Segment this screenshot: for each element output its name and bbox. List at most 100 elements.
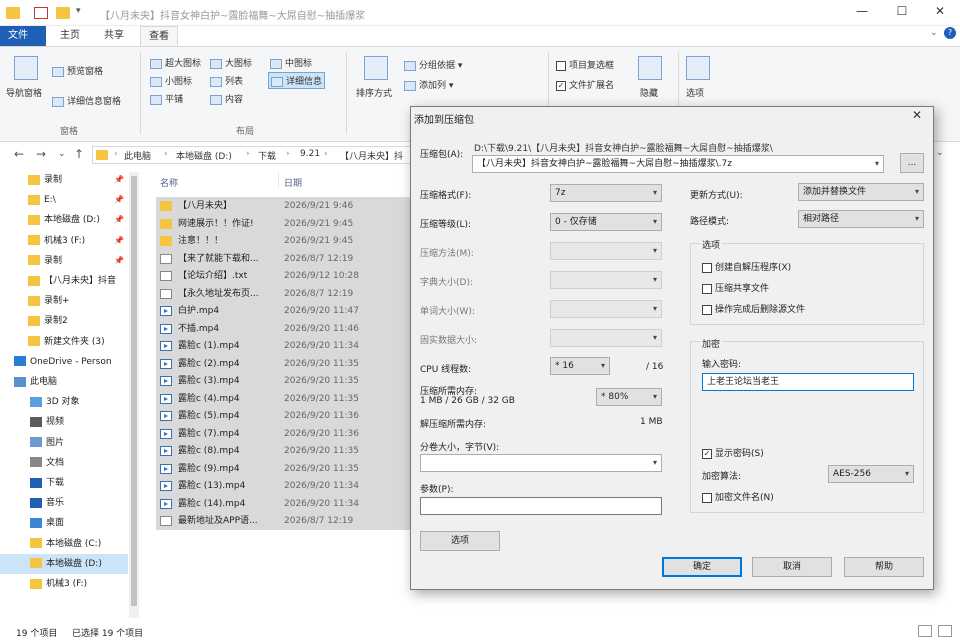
enc-method-select[interactable]: AES-256 ▾: [828, 465, 914, 483]
sfx-checkbox[interactable]: [702, 262, 712, 273]
layout-large-icons[interactable]: 大图标: [210, 56, 252, 69]
file-row[interactable]: 露脸c (9).mp4 2026/9/20 11:35: [156, 459, 412, 478]
layout-extra-large-icons[interactable]: 超大图标: [150, 56, 201, 69]
options-button[interactable]: 选项: [686, 86, 704, 99]
ribbon-collapse-icon[interactable]: ⌄: [930, 28, 938, 38]
password-input[interactable]: 上老王论坛当老王: [702, 373, 914, 391]
method-select[interactable]: ▾: [550, 242, 662, 260]
solid-select[interactable]: ▾: [550, 329, 662, 347]
encrypt-names[interactable]: 加密文件名(N): [702, 490, 774, 503]
sidebar-item[interactable]: 视频: [0, 412, 128, 432]
layout-content[interactable]: 内容: [210, 92, 243, 105]
file-row[interactable]: 不插.mp4 2026/9/20 11:46: [156, 319, 412, 338]
navigation-pane-button[interactable]: 导航窗格: [6, 86, 42, 99]
maximize-button[interactable]: ☐: [884, 4, 920, 18]
hide-selected-icon[interactable]: [638, 56, 662, 80]
column-header-date[interactable]: 日期: [284, 176, 302, 189]
file-row[interactable]: 露脸c (5).mp4 2026/9/20 11:36: [156, 407, 412, 425]
sidebar-item[interactable]: 机械3 (F:): [0, 574, 128, 594]
sidebar-item[interactable]: 文档: [0, 453, 128, 473]
layout-small-icons[interactable]: 小图标: [150, 74, 192, 87]
sidebar-item[interactable]: 此电脑: [0, 372, 128, 392]
layout-tiles[interactable]: 平铺: [150, 92, 183, 105]
layout-medium-icons[interactable]: 中图标: [270, 56, 312, 69]
quick-access-dropdown-icon[interactable]: ▾: [76, 6, 81, 16]
sidebar-item[interactable]: 录制+: [0, 291, 128, 311]
sidebar-item[interactable]: 桌面: [0, 513, 128, 533]
close-button[interactable]: ✕: [922, 4, 958, 18]
file-row[interactable]: 露脸c (3).mp4 2026/9/20 11:35: [156, 372, 412, 390]
file-row[interactable]: 露脸c (7).mp4 2026/9/20 11:36: [156, 424, 412, 443]
update-select[interactable]: 添加并替换文件 ▾: [798, 183, 924, 201]
sidebar-item[interactable]: 本地磁盘 (D:): [0, 553, 128, 574]
sidebar-item[interactable]: OneDrive - Person: [0, 352, 128, 372]
minimize-button[interactable]: —: [844, 4, 880, 18]
word-select[interactable]: ▾: [550, 300, 662, 318]
sidebar-item[interactable]: 【八月未央】抖音: [0, 271, 128, 291]
dialog-close-button[interactable]: ✕: [912, 108, 922, 122]
sort-by-icon[interactable]: [364, 56, 388, 80]
show-password-checkbox[interactable]: ✓: [702, 448, 712, 459]
file-extensions-checkbox[interactable]: ✓: [556, 80, 566, 91]
sidebar-item[interactable]: 本地磁盘 (C:): [0, 534, 128, 554]
file-row[interactable]: 【永久地址发布页... 2026/8/7 12:19: [156, 284, 412, 303]
layout-details[interactable]: 详细信息: [268, 72, 326, 89]
browse-button[interactable]: ...: [900, 153, 924, 173]
cpu-select[interactable]: * 16 ▾: [550, 357, 610, 375]
details-view-icon[interactable]: [918, 625, 932, 637]
tab-share[interactable]: 共享: [96, 26, 132, 46]
sidebar-item[interactable]: 录制2: [0, 311, 128, 331]
file-row[interactable]: 【来了就能下载和... 2026/8/7 12:19: [156, 249, 412, 268]
sidebar-item[interactable]: 录制 📌: [0, 170, 128, 190]
item-checkboxes-toggle[interactable]: 项目复选框: [556, 58, 614, 71]
large-icons-view-icon[interactable]: [938, 625, 952, 637]
back-button[interactable]: ←: [14, 147, 24, 161]
file-row[interactable]: 白护.mp4 2026/9/20 11:47: [156, 302, 412, 320]
file-row[interactable]: 注意！！！ 2026/9/21 9:45: [156, 232, 412, 250]
ok-button[interactable]: 确定: [662, 557, 742, 577]
group-by-button[interactable]: 分组依据 ▾: [404, 58, 462, 71]
options-icon[interactable]: [686, 56, 710, 80]
address-dropdown-icon[interactable]: ⌄: [936, 148, 944, 158]
file-row[interactable]: 【八月未央】 2026/9/21 9:46: [156, 197, 412, 215]
sidebar-item[interactable]: 3D 对象: [0, 392, 128, 412]
tab-view[interactable]: 查看: [140, 26, 178, 46]
file-row[interactable]: 露脸c (8).mp4 2026/9/20 11:35: [156, 442, 412, 460]
file-row[interactable]: 网速展示！！作证! 2026/9/21 9:45: [156, 214, 412, 233]
params-input[interactable]: [420, 497, 662, 515]
sidebar-item[interactable]: 录制 📌: [0, 251, 128, 271]
sidebar-item[interactable]: 机械3 (F:) 📌: [0, 231, 128, 251]
breadcrumb-downloads[interactable]: 下载: [258, 149, 276, 162]
file-row[interactable]: 【论坛介绍】.txt 2026/9/12 10:28: [156, 267, 412, 285]
options-dialog-button[interactable]: 选项: [420, 531, 500, 551]
file-extensions-toggle[interactable]: ✓ 文件扩展名: [556, 78, 614, 91]
split-combo[interactable]: ▾: [420, 454, 662, 472]
file-row[interactable]: 露脸c (4).mp4 2026/9/20 11:35: [156, 389, 412, 408]
sidebar-item[interactable]: 图片: [0, 433, 128, 453]
tab-home[interactable]: 主页: [52, 26, 88, 46]
column-header-name[interactable]: 名称: [160, 176, 178, 189]
level-select[interactable]: 0 - 仅存储 ▾: [550, 213, 662, 231]
path-mode-select[interactable]: 相对路径 ▾: [798, 210, 924, 228]
column-divider[interactable]: [278, 172, 279, 188]
details-pane-button[interactable]: 详细信息窗格: [52, 94, 121, 107]
sidebar-item[interactable]: E:\ 📌: [0, 190, 128, 210]
opt-sfx[interactable]: 创建自解压程序(X): [702, 260, 791, 273]
file-row[interactable]: 露脸c (13).mp4 2026/9/20 11:34: [156, 477, 412, 495]
sidebar-item[interactable]: 音乐: [0, 493, 128, 513]
show-password[interactable]: ✓ 显示密码(S): [702, 446, 764, 459]
file-row[interactable]: 露脸c (2).mp4 2026/9/20 11:35: [156, 354, 412, 373]
dict-select[interactable]: ▾: [550, 271, 662, 289]
shared-checkbox[interactable]: [702, 283, 712, 294]
hide-selected-button[interactable]: 隐藏: [640, 86, 658, 99]
up-button[interactable]: ↑: [74, 147, 84, 161]
sort-by-button[interactable]: 排序方式: [356, 86, 392, 99]
recent-locations-button[interactable]: ⌄: [58, 149, 66, 159]
cancel-button[interactable]: 取消: [752, 557, 832, 577]
breadcrumb-this-pc[interactable]: 此电脑: [124, 149, 151, 162]
help-icon[interactable]: ?: [944, 27, 956, 39]
sidebar-scrollbar-thumb[interactable]: [131, 176, 137, 606]
new-folder-icon[interactable]: [56, 7, 70, 19]
chevron-down-icon[interactable]: ▾: [875, 156, 879, 172]
sidebar-item[interactable]: 本地磁盘 (D:) 📌: [0, 210, 128, 230]
